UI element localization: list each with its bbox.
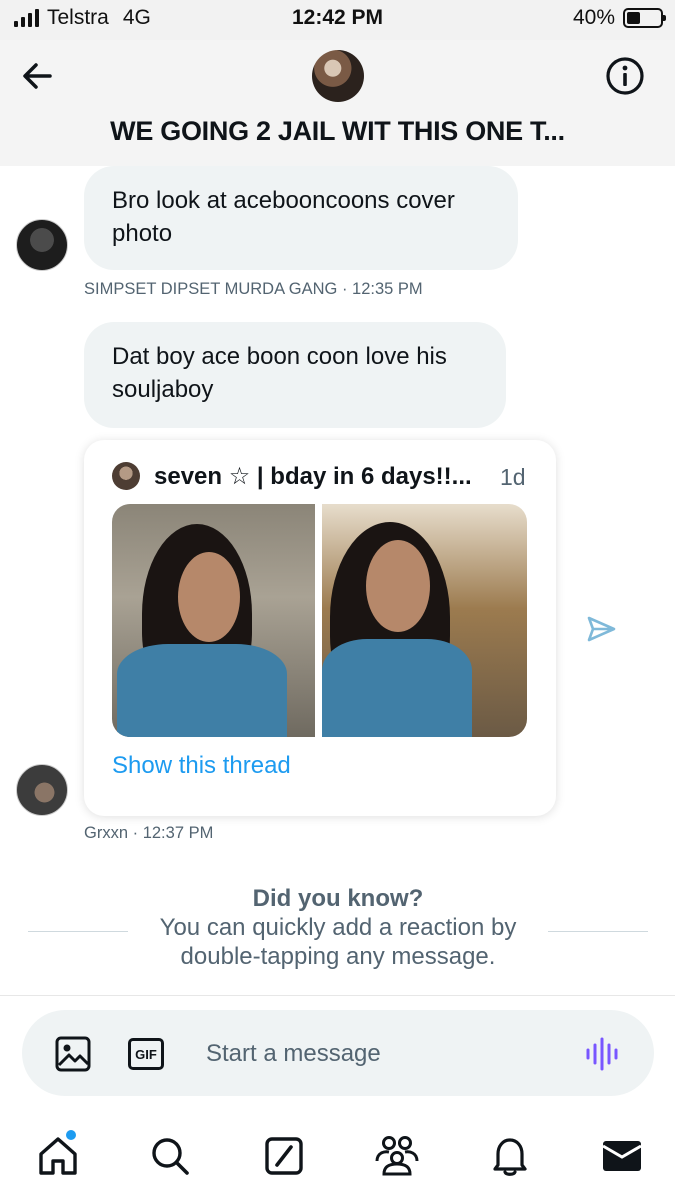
gif-button[interactable]: GIF: [128, 1038, 164, 1070]
image-icon: [55, 1036, 91, 1072]
divider: [548, 931, 648, 932]
tweet-photo[interactable]: [322, 504, 527, 737]
status-right: 40%: [572, 6, 666, 30]
add-photo-button[interactable]: [54, 1035, 92, 1073]
info-button[interactable]: [604, 55, 646, 97]
message-meta: SIMPSET DIPSET MURDA GANG · 12:35 PM: [84, 280, 423, 298]
voice-icon: [586, 1037, 618, 1071]
message-time: 12:35 PM: [352, 280, 423, 298]
avatar[interactable]: [16, 219, 68, 271]
divider: [28, 931, 128, 932]
tweet-author: seven ☆ | bday in 6 days!!...: [154, 463, 472, 490]
message-input[interactable]: [206, 1036, 546, 1072]
message-bubble[interactable]: Dat boy ace boon coon love his souljaboy: [84, 322, 506, 428]
tweet-photo[interactable]: [112, 504, 315, 737]
back-arrow-icon: [23, 63, 52, 89]
nav-messages[interactable]: [600, 1134, 644, 1178]
conversation-title[interactable]: WE GOING 2 JAIL WIT THIS ONE T...: [0, 116, 675, 147]
tip-body: You can quickly add a reaction by double…: [159, 914, 517, 970]
nav-search[interactable]: [148, 1134, 192, 1178]
sender-name: SIMPSET DIPSET MURDA GANG: [84, 280, 338, 298]
tip-title: Did you know?: [252, 885, 424, 912]
tweet-author-avatar: [112, 462, 140, 490]
compose-icon: [265, 1137, 303, 1175]
home-icon: [39, 1137, 77, 1175]
message-time: 12:37 PM: [142, 824, 214, 842]
notifications-icon: [493, 1138, 527, 1176]
tweet-age: 1d: [500, 464, 526, 490]
info-icon: [606, 57, 644, 95]
send-icon: [587, 616, 616, 642]
sender-name: Grxxn: [84, 824, 129, 842]
battery-percent: 40%: [572, 6, 615, 29]
unread-dot: [66, 1130, 76, 1140]
nav-home[interactable]: [36, 1134, 80, 1178]
search-icon: [152, 1138, 189, 1175]
battery-icon: [623, 8, 666, 28]
message-bubble[interactable]: Bro look at acebooncoons cover photo: [84, 166, 518, 270]
avatar[interactable]: [16, 764, 68, 816]
messages-icon: [602, 1141, 642, 1171]
share-button[interactable]: [584, 612, 618, 646]
back-button[interactable]: [18, 56, 58, 96]
show-thread-link[interactable]: Show this thread: [112, 752, 291, 780]
nav-compose[interactable]: [262, 1134, 306, 1178]
divider: [0, 995, 675, 996]
group-avatar[interactable]: [312, 50, 364, 102]
tip: Did you know? You can quickly add a reac…: [128, 884, 548, 971]
communities-icon: [375, 1136, 419, 1176]
nav-communities[interactable]: [374, 1134, 419, 1178]
message-meta: Grxxn · 12:37 PM: [84, 824, 214, 842]
nav-notifications[interactable]: [488, 1134, 532, 1178]
voice-message-button[interactable]: [584, 1036, 620, 1072]
